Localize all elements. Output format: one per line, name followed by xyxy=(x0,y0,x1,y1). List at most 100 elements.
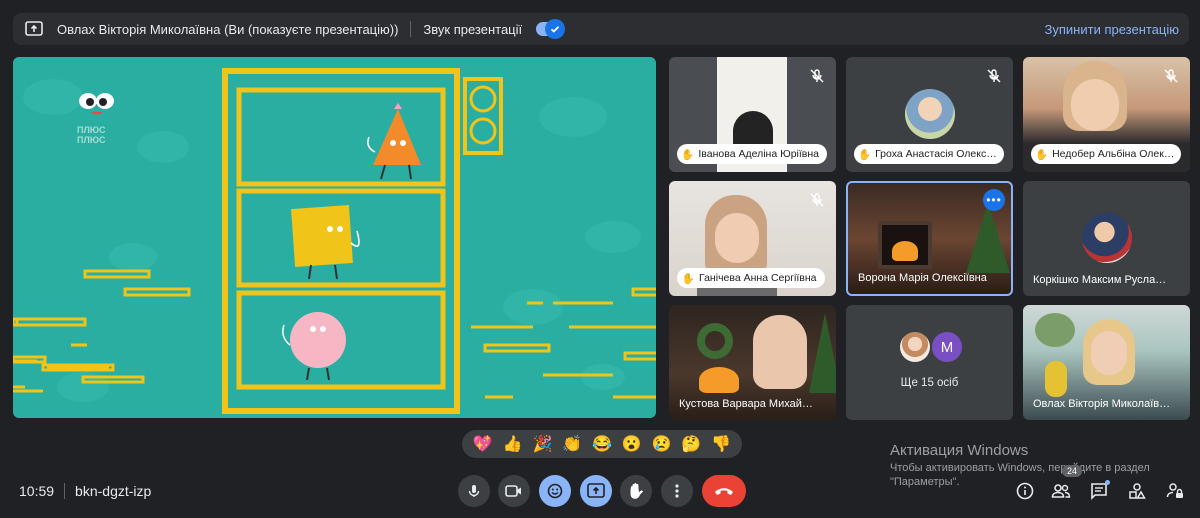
video-feed-face xyxy=(1091,331,1127,375)
emoji-reactions-button[interactable] xyxy=(539,475,571,507)
logo-text: ПЛЮС ПЛЮС xyxy=(77,125,105,145)
raise-hand-button[interactable]: ✋ xyxy=(620,475,652,507)
participant-tile[interactable]: ✋ Гроха Анастасія Олекс… xyxy=(846,57,1013,172)
toy xyxy=(1045,361,1067,397)
more-participants-count: Ще 15 осіб xyxy=(900,377,959,389)
clock: 10:59 xyxy=(19,483,55,499)
activities-icon xyxy=(1129,483,1146,499)
participant-name: ✋ Гроха Анастасія Олекс… xyxy=(854,144,1004,164)
more-vert-icon xyxy=(675,484,679,498)
info-icon xyxy=(1016,482,1034,500)
divider xyxy=(64,483,66,499)
video-feed-face xyxy=(715,213,759,263)
mic-off-icon xyxy=(810,193,824,207)
present-screen-icon xyxy=(23,18,45,40)
participant-name: ✋ Ганічева Анна Сергіївна xyxy=(677,268,825,288)
avatar-letter: M xyxy=(932,332,962,362)
participant-name-text: Овлах Вікторія Миколаїв… xyxy=(1033,398,1171,410)
sad-reaction-button[interactable]: 😢 xyxy=(652,434,672,454)
smile-icon xyxy=(547,483,563,499)
lock-person-icon xyxy=(1166,483,1183,498)
party-reaction-button[interactable]: 🎉 xyxy=(532,434,552,454)
activation-title: Активация Windows xyxy=(890,442,1029,459)
raised-hand-icon: ✋ xyxy=(1035,148,1049,161)
camera-icon xyxy=(505,485,521,497)
presenter-label: Овлах Вікторія Миколаївна (Ви (показуєте… xyxy=(57,21,399,37)
logo-line-1: ПЛЮС xyxy=(77,125,106,135)
people-count-badge: 24 xyxy=(1062,465,1083,477)
participant-tile[interactable]: Кустова Варвара Михай… xyxy=(669,305,836,420)
meeting-info: 10:59 bkn-dgzt-izp xyxy=(19,483,151,499)
participant-name-text: Гроха Анастасія Олекс… xyxy=(875,148,997,160)
mic-off-icon xyxy=(1164,69,1178,83)
video-feed-face xyxy=(1071,79,1119,131)
participant-tile[interactable]: Коркішко Максим Русла… xyxy=(1023,181,1190,296)
microphone-button[interactable] xyxy=(458,475,490,507)
present-now-button[interactable] xyxy=(580,475,612,507)
microphone-icon xyxy=(468,485,480,497)
host-controls-button[interactable] xyxy=(1164,480,1186,502)
presentation-illustration xyxy=(13,68,656,414)
participant-tile[interactable]: ✋ Іванова Аделіна Юріївна xyxy=(669,57,836,172)
people-icon xyxy=(1051,484,1071,498)
fire xyxy=(699,367,739,393)
meeting-code[interactable]: bkn-dgzt-izp xyxy=(75,483,151,499)
notification-dot xyxy=(1105,480,1110,485)
people-button[interactable] xyxy=(1050,480,1072,502)
presentation-bar: Овлах Вікторія Миколаївна (Ви (показуєте… xyxy=(13,13,1189,45)
activation-line-1: Чтобы активировать Windows, перейдите в … xyxy=(890,462,1150,474)
raised-hand-icon: ✋ xyxy=(681,148,695,161)
divider xyxy=(410,21,412,37)
meeting-details-button[interactable] xyxy=(1014,480,1036,502)
raised-hand-icon: ✋ xyxy=(626,483,646,500)
thumbs-down-reaction-button[interactable]: 👎 xyxy=(711,434,731,454)
activities-button[interactable] xyxy=(1126,480,1148,502)
sound-label: Звук презентації xyxy=(423,21,523,37)
chat-button[interactable] xyxy=(1088,480,1110,502)
participant-name-text: Ганічева Анна Сергіївна xyxy=(699,272,817,284)
reactions-bar: 💖 👍 🎉 👏 😂 😮 😢 🤔 👎 xyxy=(462,430,742,458)
check-icon xyxy=(545,19,566,39)
christmas-tree xyxy=(809,313,836,393)
christmas-tree xyxy=(966,203,1010,273)
participant-name-text: Недобер Альбіна Олек… xyxy=(1052,148,1175,160)
participant-name: ✋ Недобер Альбіна Олек… xyxy=(1031,144,1181,164)
more-options-button[interactable] xyxy=(661,475,693,507)
thumbs-up-reaction-button[interactable]: 👍 xyxy=(503,434,523,454)
participant-tile-active[interactable]: ••• Ворона Марія Олексіївна xyxy=(846,181,1013,296)
avatar xyxy=(1082,213,1132,263)
present-screen-icon xyxy=(587,483,605,498)
laugh-reaction-button[interactable]: 😂 xyxy=(592,434,612,454)
video-feed-person xyxy=(753,315,807,389)
logo-line-2: ПЛЮС xyxy=(77,135,106,145)
raised-hand-icon: ✋ xyxy=(858,148,872,161)
decoration xyxy=(1035,313,1075,347)
participant-name: ✋ Іванова Аделіна Юріївна xyxy=(677,144,827,164)
participant-name-text: Іванова Аделіна Юріївна xyxy=(698,148,819,160)
thinking-reaction-button[interactable]: 🤔 xyxy=(681,434,701,454)
end-call-icon xyxy=(715,488,733,495)
surprised-reaction-button[interactable]: 😮 xyxy=(622,434,642,454)
more-options-icon[interactable]: ••• xyxy=(983,189,1005,211)
leave-call-button[interactable] xyxy=(702,475,746,507)
heart-reaction-button[interactable]: 💖 xyxy=(473,434,493,454)
participant-tile[interactable]: ✋ Ганічева Анна Сергіївна xyxy=(669,181,836,296)
participant-name-text: Кустова Варвара Михай… xyxy=(679,398,813,410)
mic-off-icon xyxy=(987,69,1001,83)
participant-tile[interactable]: ✋ Недобер Альбіна Олек… xyxy=(1023,57,1190,172)
sound-toggle[interactable] xyxy=(536,19,566,39)
raised-hand-icon: ✋ xyxy=(681,272,695,285)
wreath xyxy=(697,323,733,359)
clap-reaction-button[interactable]: 👏 xyxy=(562,434,582,454)
camera-button[interactable] xyxy=(498,475,530,507)
stop-presenting-button[interactable]: Зупинити презентацію xyxy=(1045,22,1179,37)
participant-name-text: Ворона Марія Олексіївна xyxy=(858,272,987,284)
avatar xyxy=(905,89,955,139)
participant-tile[interactable]: Овлах Вікторія Миколаїв… xyxy=(1023,305,1190,420)
mic-off-icon xyxy=(810,69,824,83)
participant-name-text: Коркішко Максим Русла… xyxy=(1033,274,1167,286)
fire xyxy=(892,241,918,261)
more-participants-tile[interactable]: M Ще 15 осіб xyxy=(846,305,1013,420)
presentation-stage: ПЛЮС ПЛЮС xyxy=(13,57,656,418)
avatar xyxy=(900,332,930,362)
